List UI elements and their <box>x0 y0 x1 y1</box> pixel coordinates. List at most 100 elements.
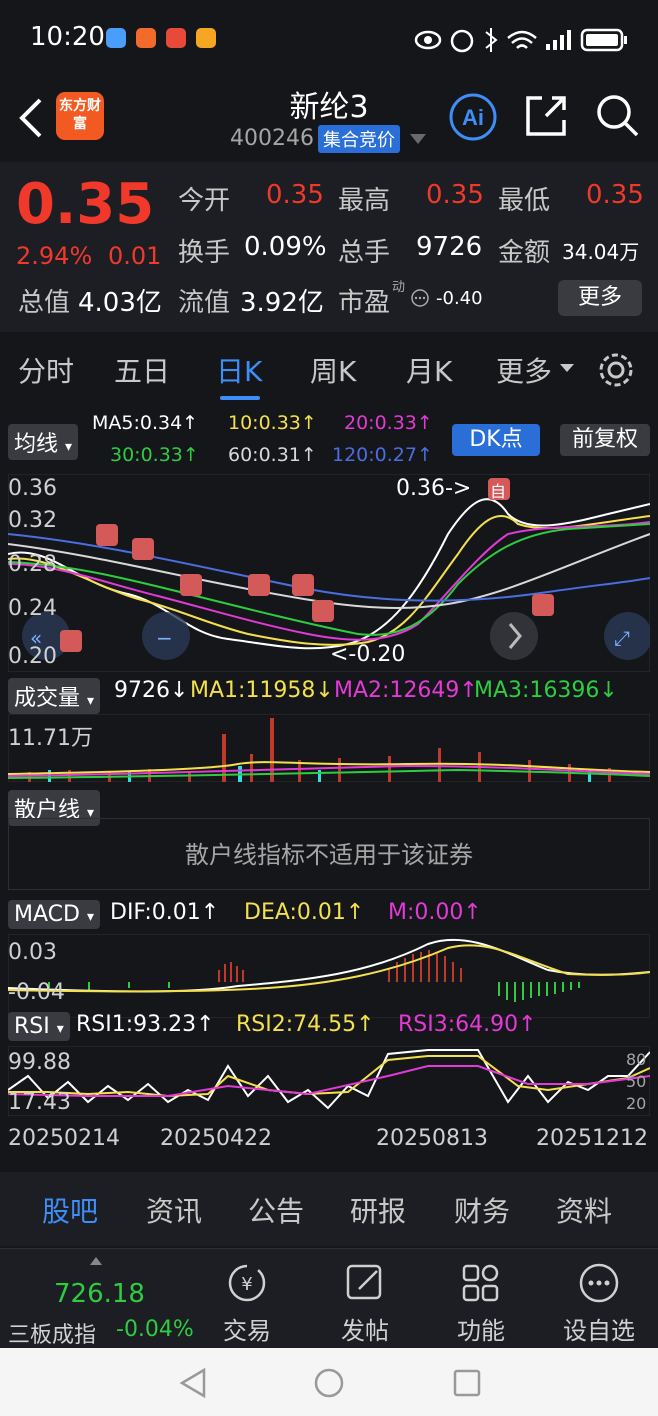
app-icon <box>166 28 186 48</box>
float-cap-label: 流值 <box>178 288 231 318</box>
macd-m: M:0.00↑ <box>388 900 482 925</box>
volume-value: 9726↓ <box>114 678 189 703</box>
y-label-top: 0.36 <box>8 476 57 501</box>
system-nav-bar <box>0 1348 658 1416</box>
ma-selector-button[interactable]: 均线 ▾ <box>8 424 79 460</box>
self-select-tag: 自 <box>490 482 507 501</box>
forward-adjust-button[interactable]: 前复权 <box>560 424 650 456</box>
app-icon <box>136 28 156 48</box>
volume-ma1: MA1:11958↓ <box>190 678 334 703</box>
search-icon[interactable] <box>594 92 640 138</box>
x-date-label: 20250813 <box>376 1126 488 1151</box>
scroll-left-button[interactable]: « <box>30 626 42 650</box>
stock-code: 400246 <box>230 126 314 151</box>
add-watchlist-button[interactable]: 设自选 <box>554 1261 644 1346</box>
market-cap-value: 4.03亿 <box>78 288 162 318</box>
ma30-value: 30:0.33↑ <box>110 444 199 466</box>
status-icons <box>414 28 627 53</box>
open-value: 0.35 <box>266 180 324 210</box>
ai-icon[interactable]: Ai <box>448 92 498 142</box>
volume-selector-button[interactable]: 成交量 ▾ <box>8 678 101 714</box>
features-label: 功能 <box>457 1317 505 1345</box>
features-button[interactable]: 功能 <box>436 1261 526 1346</box>
macd-dif: DIF:0.01↑ <box>110 900 220 925</box>
rsi-selector-label: RSI <box>14 1014 50 1039</box>
dk-points-button[interactable]: DK点 <box>452 424 540 456</box>
tab-announcements[interactable]: 公告 <box>248 1190 304 1230</box>
ma10-value: 10:0.33↑ <box>228 412 317 434</box>
tab-guba[interactable]: 股吧 <box>42 1190 98 1230</box>
tab-daily-k[interactable]: 日K <box>216 350 262 390</box>
macd-selector-button[interactable]: MACD ▾ <box>8 900 100 929</box>
kline-chart-area: 均线 ▾ MA5:0.34↑ 10:0.33↑ 20:0.33↑ 30:0.33… <box>0 410 658 1170</box>
macd-top-label: 0.03 <box>8 940 57 965</box>
amount-label: 金额 <box>498 238 551 268</box>
tab-profile[interactable]: 资料 <box>556 1190 612 1230</box>
content-tabs: 股吧 资讯 公告 研报 财务 资料 <box>0 1172 658 1246</box>
nav-home-icon[interactable] <box>314 1368 344 1398</box>
fullscreen-icon[interactable]: ⤢ <box>614 626 630 650</box>
tab-five-day[interactable]: 五日 <box>114 350 170 390</box>
volume-bars-plot <box>8 714 650 782</box>
high-value: 0.35 <box>426 180 484 210</box>
x-date-label: 20250422 <box>160 1126 272 1151</box>
nav-recents-icon[interactable] <box>452 1368 482 1398</box>
open-label: 今开 <box>178 186 231 216</box>
active-tab-indicator <box>220 396 260 400</box>
volume-ma3: MA3:16396↓ <box>474 678 618 703</box>
rsi-ref-label: 50 <box>626 1072 647 1091</box>
more-dots-icon <box>579 1263 619 1303</box>
more-quote-button[interactable]: 更多 <box>558 280 642 316</box>
settings-gear-icon[interactable] <box>596 350 636 390</box>
volume-ma2: MA2:12649↑ <box>334 678 478 703</box>
trading-mode-badge: 集合竞价 <box>318 125 400 153</box>
svg-text:Ai: Ai <box>462 105 484 130</box>
trade-label: 交易 <box>223 1317 271 1345</box>
zoom-out-button[interactable]: − <box>156 626 173 650</box>
change-percent: 2.94% <box>16 242 93 270</box>
post-button[interactable]: 发帖 <box>320 1261 410 1346</box>
volume-selector-label: 成交量 <box>14 686 81 711</box>
x-date-label: 20250214 <box>8 1126 120 1151</box>
macd-selector-label: MACD <box>14 902 80 927</box>
tab-research[interactable]: 研报 <box>350 1190 406 1230</box>
info-icon[interactable] <box>410 288 430 308</box>
max-price-note: 0.36-> <box>396 476 472 501</box>
share-icon[interactable] <box>524 94 568 138</box>
stock-header: 东方财富 新纶3 400246 集合竞价 Ai <box>0 78 658 162</box>
ma60-value: 60:0.31↑ <box>228 444 317 466</box>
quote-panel: 0.35 2.94% 0.01 今开 0.35 最高 0.35 最低 0.35 … <box>0 162 658 332</box>
macd-dea: DEA:0.01↑ <box>244 900 365 925</box>
x-date-label: 20251212 <box>536 1126 648 1151</box>
period-tabs: 分时 五日 日K 周K 月K 更多 <box>0 340 658 404</box>
ma5-value: MA5:0.34↑ <box>92 412 199 434</box>
tab-more[interactable]: 更多 <box>496 350 552 390</box>
caret-up-icon <box>90 1257 102 1265</box>
tab-news[interactable]: 资讯 <box>146 1190 202 1230</box>
rsi-selector-button[interactable]: RSI ▾ <box>8 1012 70 1041</box>
index-change: -0.04% <box>116 1317 194 1342</box>
low-value: 0.35 <box>586 180 644 210</box>
post-label: 发帖 <box>341 1317 389 1345</box>
index-name: 三板成指 <box>8 1323 97 1348</box>
caret-down-icon <box>560 364 574 372</box>
caret-down-icon[interactable] <box>410 134 426 146</box>
macd-bottom-label: -0.04 <box>8 980 65 1005</box>
price-kline-plot <box>8 474 650 672</box>
tab-monthly-k[interactable]: 月K <box>406 350 452 390</box>
tab-finance[interactable]: 财务 <box>454 1190 510 1230</box>
nav-back-icon[interactable] <box>178 1368 208 1398</box>
index-value: 726.18 <box>54 1279 145 1309</box>
tab-intraday[interactable]: 分时 <box>18 350 74 390</box>
trade-button[interactable]: ¥ 交易 <box>202 1261 292 1346</box>
app-icon <box>106 28 126 48</box>
grid-apps-icon <box>462 1264 499 1302</box>
index-ticker[interactable]: 726.18 三板成指 -0.04% <box>6 1255 196 1348</box>
change-value: 0.01 <box>108 242 162 270</box>
tab-weekly-k[interactable]: 周K <box>310 350 356 390</box>
volume-label: 总手 <box>338 238 391 268</box>
retail-line-notice: 散户线指标不适用于该证券 <box>8 818 650 890</box>
pe-dynamic-mark: 动 <box>392 280 406 295</box>
svg-text:¥: ¥ <box>241 1274 252 1295</box>
min-price-note: <-0.20 <box>330 642 406 667</box>
